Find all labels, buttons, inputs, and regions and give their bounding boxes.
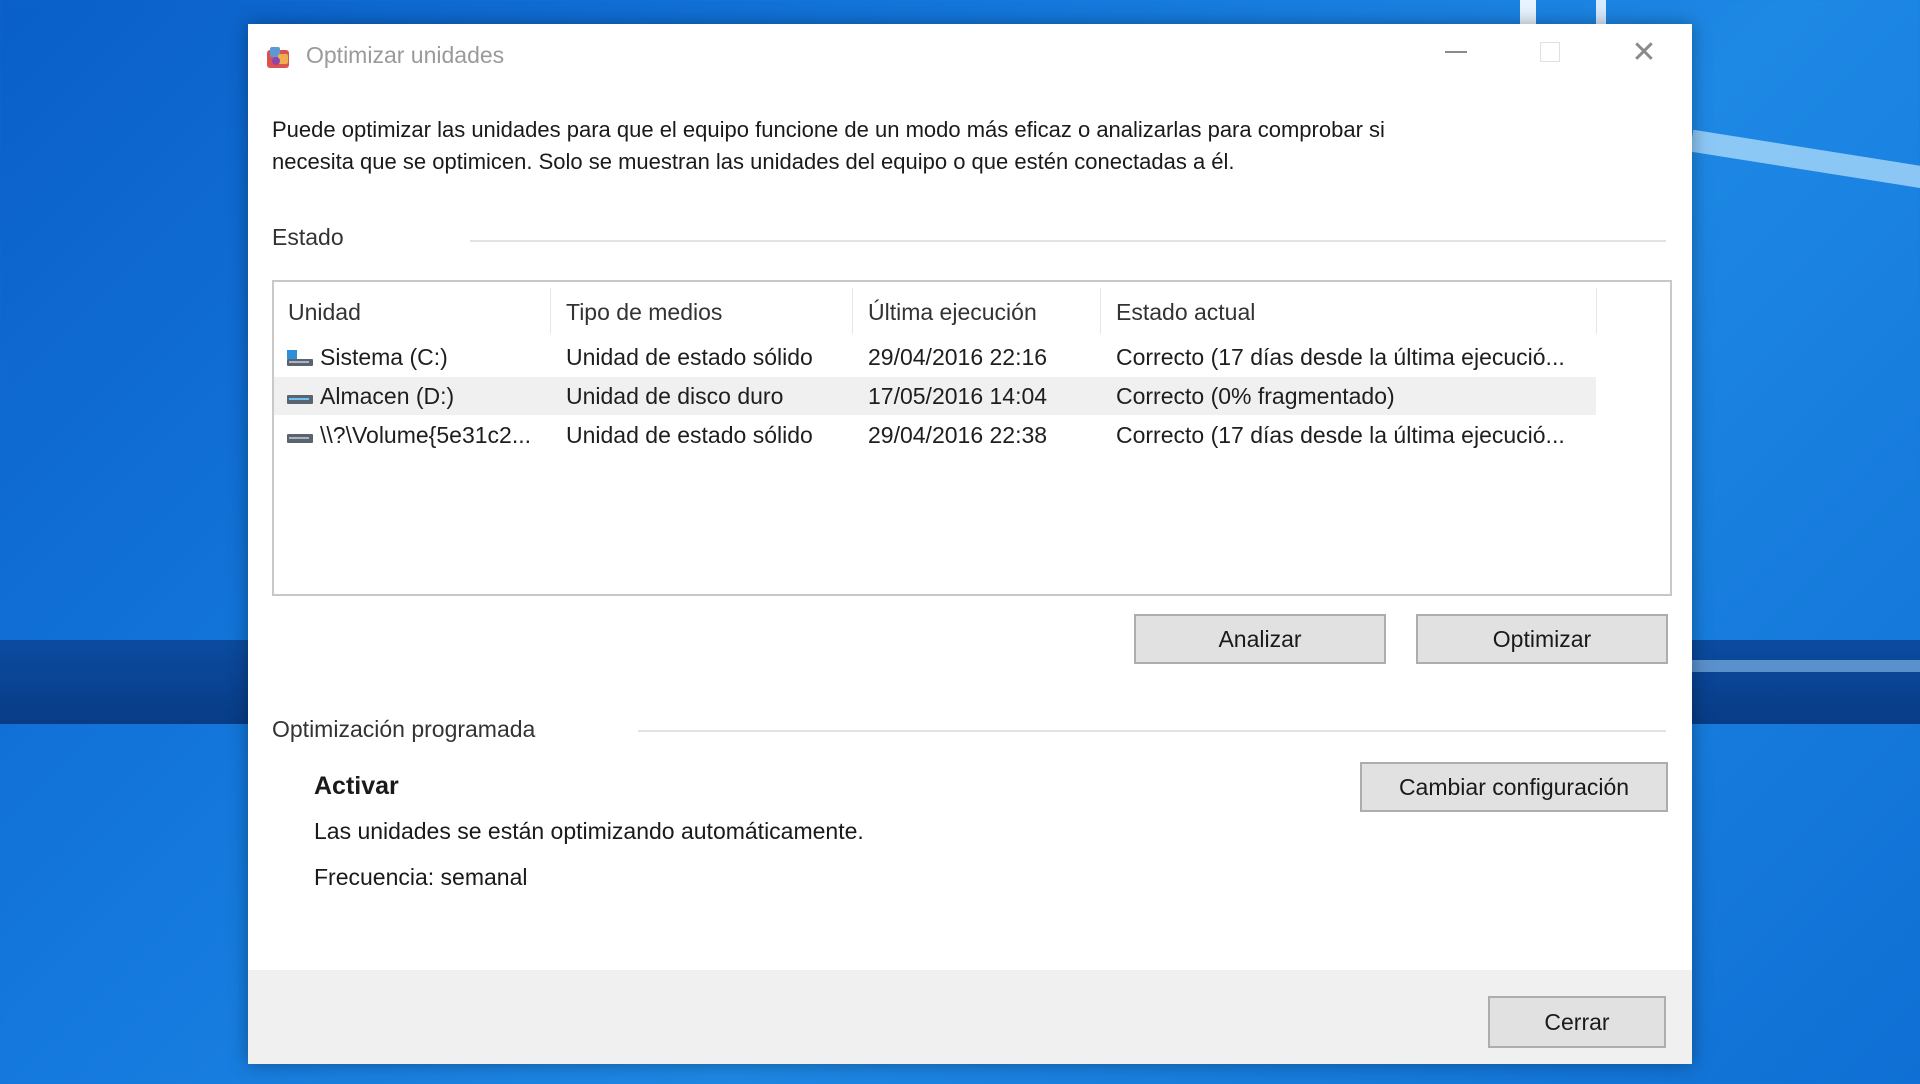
intro-text: Puede optimizar las unidades para que el… xyxy=(272,114,1592,178)
column-header-drive[interactable]: Unidad xyxy=(288,292,361,332)
status-section-divider xyxy=(470,240,1666,242)
last-run: 29/04/2016 22:16 xyxy=(868,344,1048,370)
column-header-last-run[interactable]: Última ejecución xyxy=(868,292,1037,332)
last-run: 29/04/2016 22:38 xyxy=(868,422,1048,448)
current-status: Correcto (0% fragmentado) xyxy=(1116,383,1395,409)
drive-name: Almacen (D:) xyxy=(320,383,455,409)
media-type: Unidad de estado sólido xyxy=(566,344,813,370)
drive-icon xyxy=(287,434,313,443)
schedule-description: Las unidades se están optimizando automá… xyxy=(314,818,864,844)
title-bar[interactable]: Optimizar unidades ✕ xyxy=(248,24,1692,86)
intro-line-2: necesita que se optimicen. Solo se muest… xyxy=(272,149,1235,174)
current-status: Correcto (17 días desde la última ejecuc… xyxy=(1116,422,1565,448)
drive-name: \\?\Volume{5e31c2... xyxy=(320,422,531,448)
column-header-status[interactable]: Estado actual xyxy=(1116,292,1255,332)
maximize-icon xyxy=(1540,42,1560,62)
media-type: Unidad de disco duro xyxy=(566,383,784,409)
column-separator[interactable] xyxy=(852,288,853,334)
minimize-icon xyxy=(1445,51,1467,53)
minimize-button[interactable] xyxy=(1416,32,1496,72)
table-row[interactable]: Almacen (D:) Unidad de disco duro 17/05/… xyxy=(274,377,1596,415)
change-settings-button[interactable]: Cambiar configuración xyxy=(1360,762,1668,812)
desktop-light-ray xyxy=(1690,660,1920,672)
defrag-app-icon xyxy=(267,47,289,68)
column-separator[interactable] xyxy=(1100,288,1101,334)
maximize-button xyxy=(1510,32,1590,72)
close-button[interactable]: Cerrar xyxy=(1488,996,1666,1048)
table-row[interactable]: \\?\Volume{5e31c2... Unidad de estado só… xyxy=(274,416,1596,454)
analyze-button[interactable]: Analizar xyxy=(1134,614,1386,664)
window-title: Optimizar unidades xyxy=(306,42,505,68)
schedule-section-divider xyxy=(638,730,1666,732)
system-drive-icon xyxy=(287,350,313,366)
close-icon: ✕ xyxy=(1631,35,1657,69)
optimize-drives-window: Optimizar unidades ✕ Puede optimizar las… xyxy=(248,24,1692,1064)
media-type: Unidad de estado sólido xyxy=(566,422,813,448)
drive-name: Sistema (C:) xyxy=(320,344,448,370)
dialog-footer: Cerrar xyxy=(248,970,1692,1064)
column-separator[interactable] xyxy=(1596,288,1597,334)
drive-icon xyxy=(287,395,313,404)
status-section-label: Estado xyxy=(272,224,344,250)
schedule-section-label: Optimización programada xyxy=(272,716,536,742)
current-status: Correcto (17 días desde la última ejecuc… xyxy=(1116,344,1565,370)
table-row[interactable]: Sistema (C:) Unidad de estado sólido 29/… xyxy=(274,338,1596,376)
close-window-button[interactable]: ✕ xyxy=(1604,32,1684,72)
optimize-button[interactable]: Optimizar xyxy=(1416,614,1668,664)
intro-line-1: Puede optimizar las unidades para que el… xyxy=(272,117,1385,142)
column-separator[interactable] xyxy=(550,288,551,334)
schedule-frequency: Frecuencia: semanal xyxy=(314,864,528,890)
desktop-light-ray xyxy=(1689,129,1920,193)
schedule-state: Activar xyxy=(314,772,399,800)
column-header-media[interactable]: Tipo de medios xyxy=(566,292,722,332)
last-run: 17/05/2016 14:04 xyxy=(868,383,1048,409)
drives-list[interactable]: Unidad Tipo de medios Última ejecución E… xyxy=(272,280,1672,596)
